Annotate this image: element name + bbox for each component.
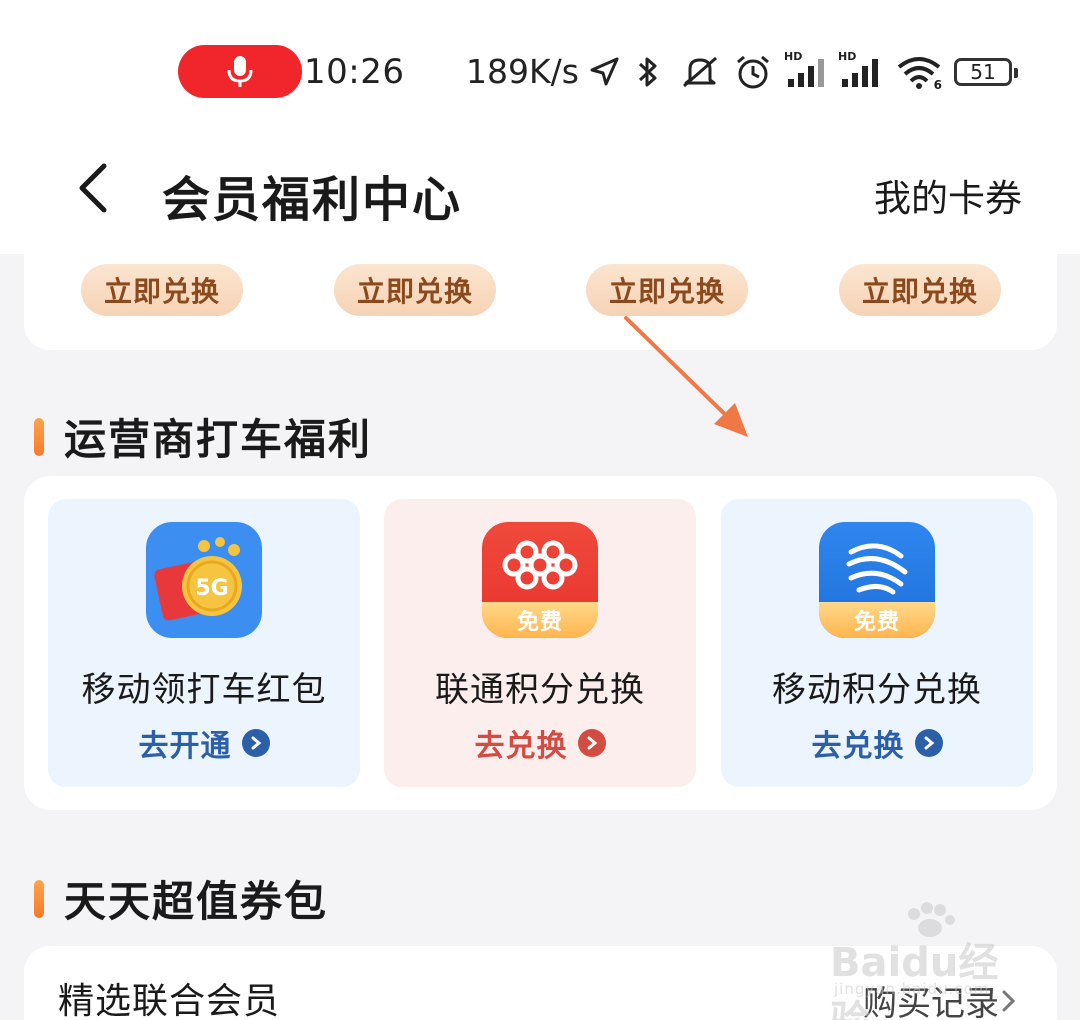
bluetooth-icon [632, 52, 664, 92]
wifi-icon: 6 [894, 52, 944, 92]
signal-hd-label: HD [784, 50, 803, 63]
wifi-band-label: 6 [933, 78, 942, 92]
network-speed: 189K/s [466, 52, 579, 91]
chevron-left-icon [79, 163, 107, 213]
chevron-right-circle-icon [577, 729, 606, 757]
battery-level: 51 [970, 60, 996, 84]
action-label: 去开通 [138, 729, 232, 764]
red-envelope-5g-icon: 5G [146, 522, 262, 638]
redeem-action[interactable]: 去兑换 [812, 721, 943, 765]
operator-item-mobile-points[interactable]: 免费 移动积分兑换 去兑换 [721, 499, 1033, 787]
clock: 10:26 [304, 52, 405, 92]
alarm-icon [732, 52, 774, 92]
battery-icon: 51 [954, 58, 1018, 86]
activate-action[interactable]: 去开通 [139, 721, 270, 765]
free-badge: 免费 [819, 602, 935, 638]
card-title: 精选联合会员 [58, 981, 281, 1020]
watermark-url: jingyan.baidu.com [834, 980, 990, 998]
section-accent-bar [34, 879, 44, 918]
signal-icon: HD [838, 50, 884, 92]
my-coupons-link[interactable]: 我的卡券 [874, 168, 1022, 222]
redeem-now-button[interactable]: 立即兑换 [81, 264, 243, 316]
mic-icon [227, 55, 253, 87]
screen-recording-indicator[interactable] [178, 45, 302, 98]
back-button[interactable] [70, 158, 120, 218]
redeem-now-button[interactable]: 立即兑换 [586, 264, 748, 316]
section-heading: 天天超值券包 [64, 877, 329, 926]
action-label: 去兑换 [474, 729, 568, 764]
redeem-now-button[interactable]: 立即兑换 [334, 264, 496, 316]
redeem-card: 立即兑换 立即兑换 立即兑换 立即兑换 [24, 254, 1057, 350]
signal-hd-label: HD [838, 50, 857, 63]
operator-item-unicom-points[interactable]: 免费 联通积分兑换 去兑换 [384, 499, 696, 787]
section-title-coupons: 天天超值券包 [34, 868, 328, 929]
mute-icon [678, 52, 722, 92]
status-bar: 10:26 189K/s HD HD 6 51 [0, 0, 1080, 140]
baidu-watermark: Baidu经验 jingyan.baidu.com [830, 900, 1030, 1020]
chevron-right-circle-icon [241, 729, 270, 757]
operator-item-name: 移动积分兑换 [772, 670, 982, 710]
chevron-right-circle-icon [914, 729, 943, 757]
signal-icon: HD [784, 50, 830, 92]
section-accent-bar [34, 417, 44, 456]
section-title-operator: 运营商打车福利 [34, 406, 372, 467]
china-mobile-icon: 免费 [819, 522, 935, 638]
location-arrow-icon [586, 52, 622, 92]
operator-benefits-card: 5G 移动领打车红包 去开通 免费 联通积分兑换 去兑换 免费 移动积分兑换 去… [24, 476, 1057, 810]
operator-item-mobile-red-envelope[interactable]: 5G 移动领打车红包 去开通 [48, 499, 360, 787]
page-header: 会员福利中心 我的卡券 [0, 140, 1080, 254]
action-label: 去兑换 [811, 729, 905, 764]
china-unicom-icon: 免费 [482, 522, 598, 638]
watermark-text: Baidu经验 [830, 940, 999, 1020]
operator-item-name: 联通积分兑换 [435, 670, 645, 710]
redeem-now-button[interactable]: 立即兑换 [839, 264, 1001, 316]
free-badge: 免费 [482, 602, 598, 638]
section-heading: 运营商打车福利 [64, 415, 373, 464]
svg-text:5G: 5G [195, 576, 228, 601]
operator-item-name: 移动领打车红包 [81, 670, 327, 710]
page-title: 会员福利中心 [162, 172, 463, 228]
redeem-action[interactable]: 去兑换 [475, 721, 606, 765]
